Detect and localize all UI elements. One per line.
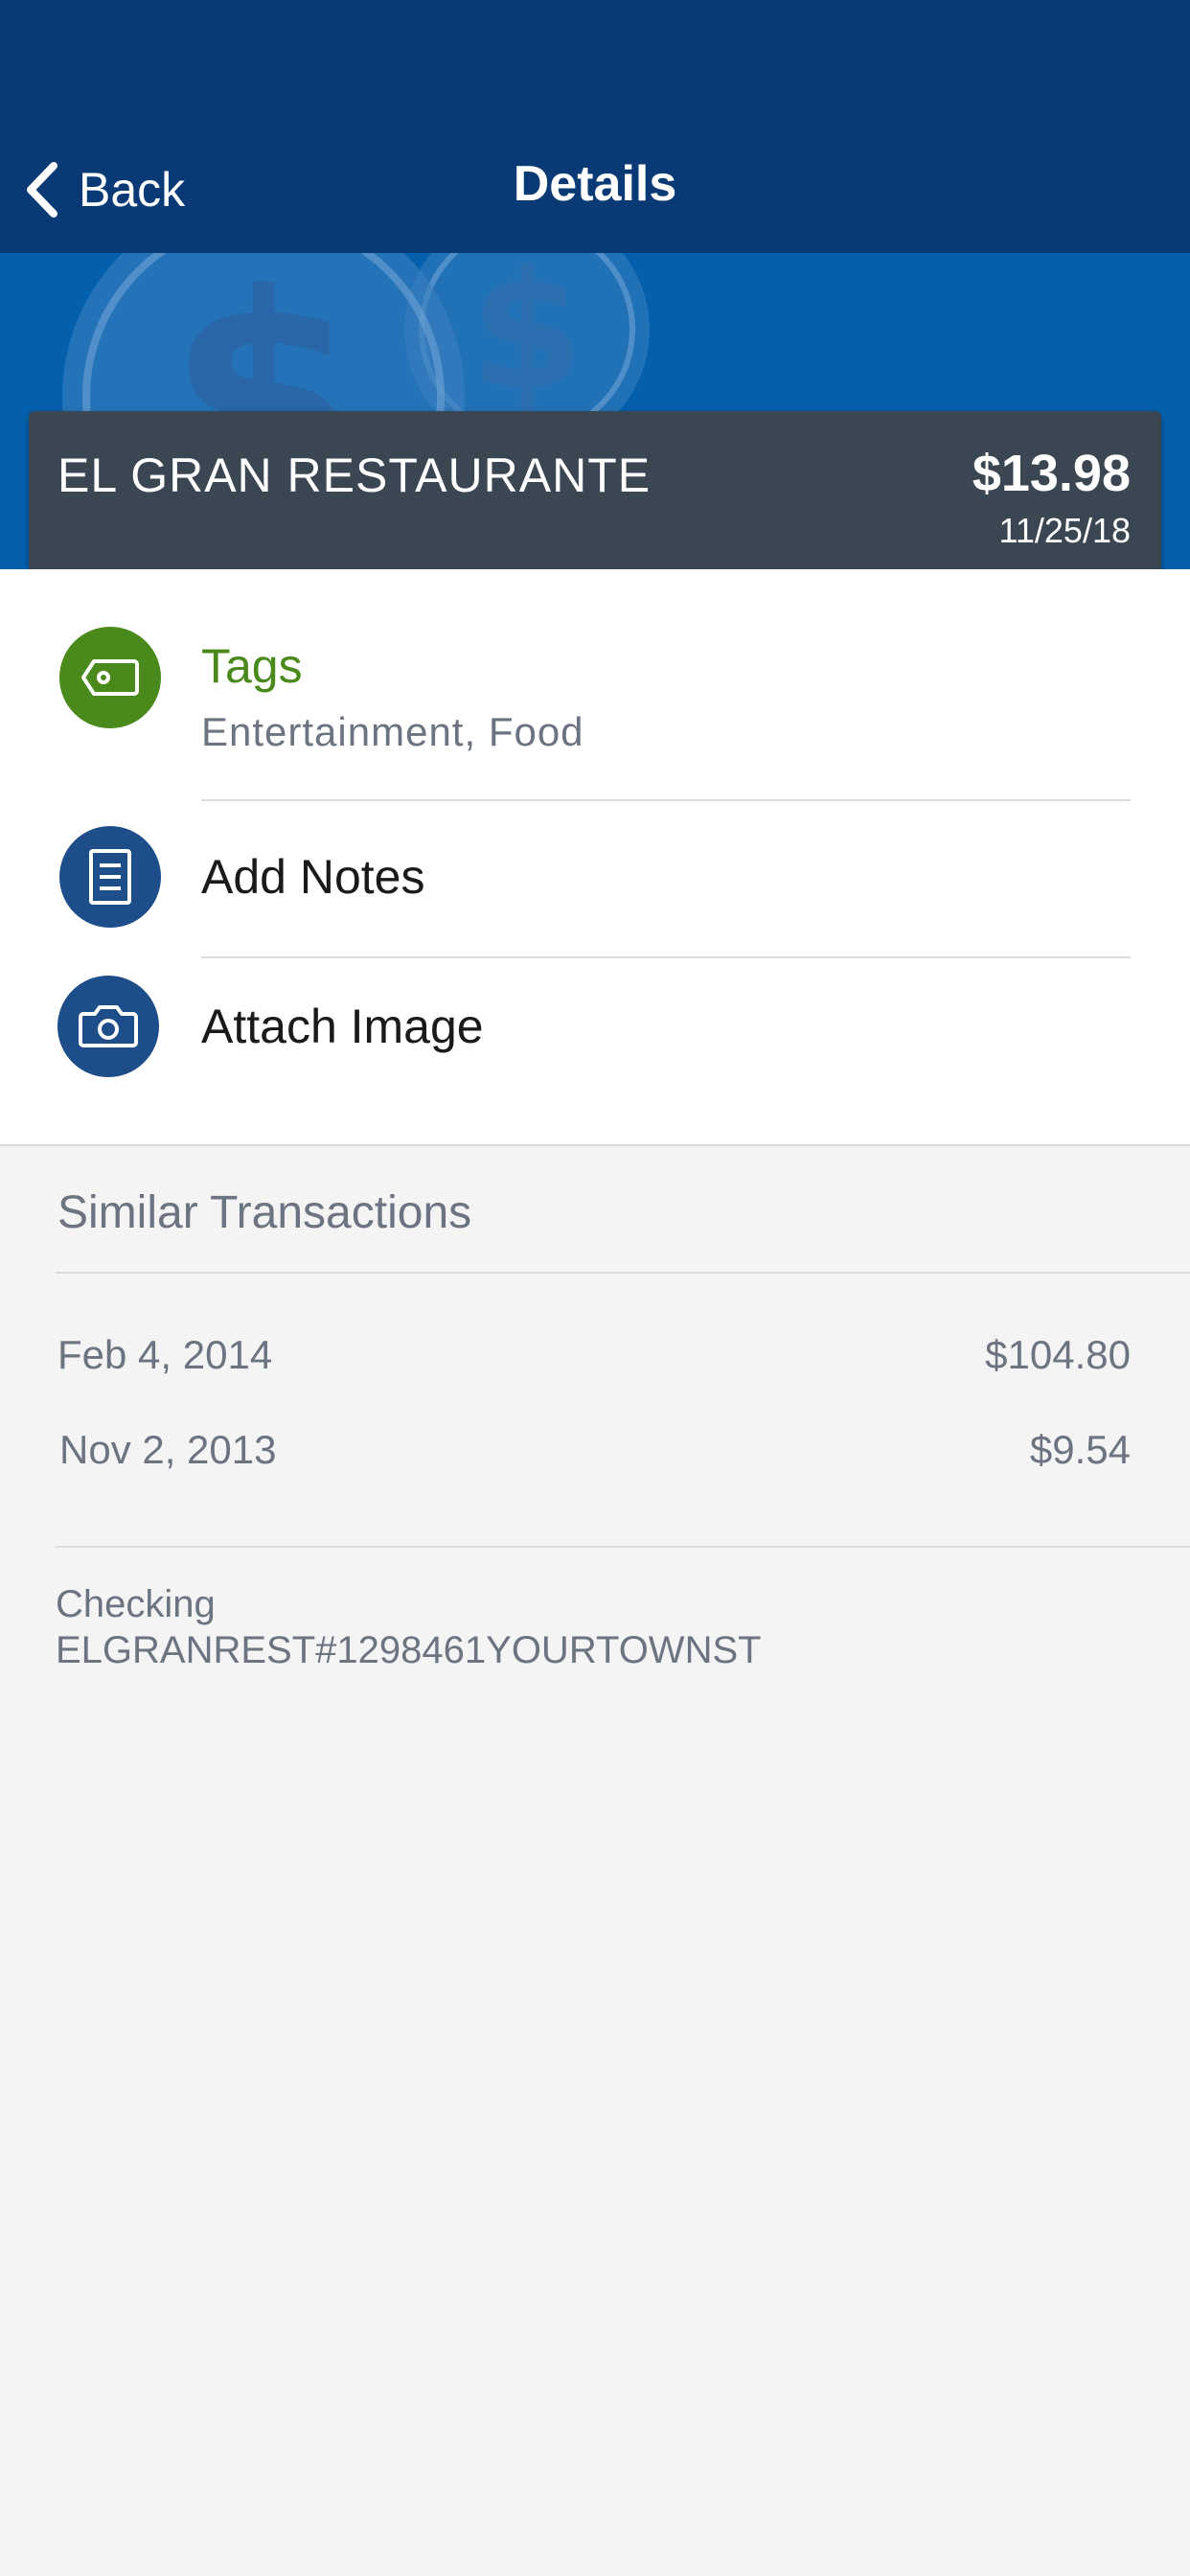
attach-image-label: Attach Image xyxy=(201,1000,484,1053)
tags-subtitle: Entertainment, Food xyxy=(201,709,584,754)
tags-row[interactable]: Tags Entertainment, Food xyxy=(0,627,1190,761)
attach-image-row[interactable]: Attach Image xyxy=(0,976,1190,1110)
add-notes-row[interactable]: Add Notes xyxy=(0,826,1190,960)
notes-icon xyxy=(59,826,161,928)
divider xyxy=(201,956,1131,958)
account-type: Checking xyxy=(56,1583,216,1625)
navigation-bar: Back Details xyxy=(0,0,1190,253)
action-list: Tags Entertainment, Food Add Notes Attac… xyxy=(0,569,1190,1146)
divider xyxy=(201,799,1131,801)
similar-transaction-amount: $9.54 xyxy=(1029,1427,1131,1472)
similar-transaction-amount: $104.80 xyxy=(985,1332,1131,1377)
similar-transactions-heading: Similar Transactions xyxy=(57,1187,472,1238)
tag-icon xyxy=(59,627,161,728)
add-notes-label: Add Notes xyxy=(201,850,425,904)
similar-transaction-row[interactable]: Nov 2, 2013 $9.54 xyxy=(0,1427,1190,1484)
account-description: ELGRANREST#1298461YOURTOWNST xyxy=(56,1629,762,1671)
similar-transaction-date: Nov 2, 2013 xyxy=(59,1427,277,1472)
transaction-date: 11/25/18 xyxy=(998,511,1131,550)
divider xyxy=(56,1546,1190,1548)
similar-transaction-date: Feb 4, 2014 xyxy=(57,1332,273,1377)
similar-transaction-row[interactable]: Feb 4, 2014 $104.80 xyxy=(0,1332,1190,1390)
page-title: Details xyxy=(513,156,677,212)
camera-icon xyxy=(57,976,159,1077)
transaction-amount: $13.98 xyxy=(972,445,1131,502)
transaction-card: EL GRAN RESTAURANTE $13.98 11/25/18 xyxy=(29,411,1161,582)
merchant-name: EL GRAN RESTAURANTE xyxy=(57,448,652,502)
divider xyxy=(56,1272,1190,1274)
tags-title: Tags xyxy=(201,639,303,693)
svg-text:$: $ xyxy=(470,253,584,426)
